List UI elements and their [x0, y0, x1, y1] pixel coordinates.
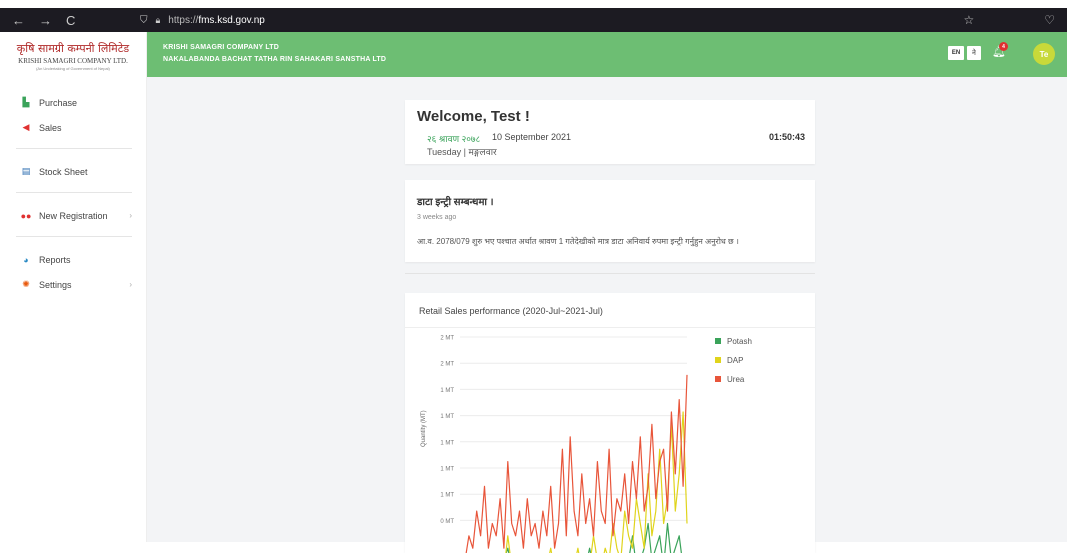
sidebar-item-stock-sheet[interactable]: ▤ Stock Sheet [0, 159, 146, 184]
browser-nav: ← → C [0, 13, 140, 28]
url-text[interactable]: https://fms.ksd.gov.np [168, 15, 265, 26]
header-cooperative-name: NAKALABANDA BACHAT TATHA RIN SAHAKARI SA… [163, 56, 386, 63]
clock-time: 01:50:43 [769, 132, 805, 142]
y-axis-label: Quantity (MT) [421, 410, 427, 447]
reload-icon[interactable]: C [66, 13, 75, 28]
lock-icon: 🔒︎ [156, 15, 161, 26]
welcome-card: Welcome, Test ! २६ श्रावण २०७८ 10 Septem… [405, 100, 815, 164]
browser-toolbar: ← → C ⛉ 🔒︎ https://fms.ksd.gov.np ☆ ♡ [0, 8, 1067, 32]
logo-name-en: KRISHI SAMAGRI COMPANY LTD. [18, 57, 128, 65]
sidebar-item-settings[interactable]: ✺ Settings › [0, 272, 146, 297]
y-tick-label: 2 MT [440, 362, 454, 368]
sidebar-item-reports[interactable]: ◕ Reports [0, 247, 146, 272]
notice-timestamp: 3 weeks ago [417, 214, 456, 221]
sidebar-item-new-registration[interactable]: ●● New Registration › [0, 203, 146, 228]
lang-np-button[interactable]: ने [967, 46, 981, 60]
sidebar-item-label: Settings [39, 280, 72, 290]
pocket-icon[interactable]: ♡ [1044, 13, 1055, 27]
sales-line-chart: 2 MT 2 MT 1 MT 1 MT 1 MT 1 MT 1 MT 0 MT Quantity… [405, 328, 815, 553]
y-tick-label: 1 MT [440, 414, 454, 420]
legend-swatch-urea [715, 376, 721, 382]
legend-label-potash: Potash [727, 337, 752, 346]
section-divider [405, 273, 815, 274]
date-nepali: २६ श्रावण २०७८ [427, 132, 480, 145]
sidebar-item-label: Purchase [39, 98, 77, 108]
sidebar-item-label: Stock Sheet [39, 167, 88, 177]
chevron-right-icon: › [129, 211, 132, 220]
back-icon[interactable]: ← [12, 13, 25, 28]
logo-name-np: कृषि सामग्री कम्पनी लिमिटेड [17, 41, 129, 56]
series-line-dap [465, 412, 687, 553]
pie-chart-icon: ◕ [20, 255, 32, 265]
notice-title[interactable]: डाटा इन्ट्री सम्बन्धमा । [417, 194, 494, 208]
top-strip [0, 0, 1067, 8]
users-icon: ●● [20, 211, 32, 221]
chart-title: Retail Sales performance (2020-Jul~2021-… [419, 306, 603, 316]
tag-icon: ◀ [20, 122, 32, 133]
notice-card: डाटा इन्ट्री सम्बन्धमा । 3 weeks ago आ.व… [405, 180, 815, 262]
clipboard-icon: ▤ [20, 166, 32, 177]
legend-label-dap: DAP [727, 356, 743, 365]
sidebar-menu: ▙ Purchase ◀ Sales ▤ Stock Sheet ●● New … [0, 90, 146, 297]
top-header: KRISHI SAMAGRI COMPANY LTD NAKALABANDA B… [147, 32, 1067, 77]
y-tick-label: 1 MT [440, 388, 454, 394]
shield-icon: ⛉ [140, 15, 148, 26]
y-tick-label: 0 MT [440, 519, 454, 525]
bookmark-star-icon[interactable]: ☆ [963, 13, 974, 27]
sales-chart-card: Retail Sales performance (2020-Jul~2021-… [405, 293, 815, 553]
sidebar-item-purchase[interactable]: ▙ Purchase [0, 90, 146, 115]
menu-divider [16, 192, 132, 193]
legend-swatch-dap [715, 357, 721, 363]
notification-badge: 4 [999, 42, 1008, 51]
menu-divider [16, 236, 132, 237]
browser-actions: ☆ ♡ [963, 13, 1067, 27]
y-tick-label: 1 MT [440, 467, 454, 473]
welcome-title: Welcome, Test ! [417, 108, 530, 125]
gear-icon: ✺ [20, 279, 32, 290]
legend-swatch-potash [715, 338, 721, 344]
forward-icon[interactable]: → [39, 13, 52, 28]
sidebar-item-label: New Registration [39, 211, 108, 221]
notice-message: आ.व. 2078/079 शुरु भए पश्चात अर्थात श्रा… [417, 236, 739, 247]
main-content: Welcome, Test ! २६ श्रावण २०७८ 10 Septem… [147, 77, 1067, 542]
y-tick-label: 1 MT [440, 440, 454, 446]
date-english: 10 September 2021 [492, 132, 571, 142]
chevron-right-icon: › [129, 280, 132, 289]
sidebar-item-sales[interactable]: ◀ Sales [0, 115, 146, 140]
y-tick-label: 2 MT [440, 336, 454, 342]
bar-chart-icon: ▙ [20, 97, 32, 108]
day-of-week: Tuesday | मङ्गलवार [427, 145, 497, 158]
sidebar: कृषि सामग्री कम्पनी लिमिटेड KRISHI SAMAG… [0, 32, 147, 542]
sidebar-item-label: Sales [39, 123, 62, 133]
url-bar[interactable]: ⛉ 🔒︎ https://fms.ksd.gov.np [140, 15, 963, 26]
lang-en-button[interactable]: EN [948, 46, 964, 60]
menu-divider [16, 148, 132, 149]
header-company-name: KRISHI SAMAGRI COMPANY LTD [163, 44, 279, 51]
sidebar-item-label: Reports [39, 255, 71, 265]
logo-tagline: (An Undertaking of Government of Nepal) [36, 66, 110, 71]
user-avatar[interactable]: Te [1033, 43, 1055, 65]
legend-label-urea: Urea [727, 375, 745, 384]
y-tick-label: 1 MT [440, 493, 454, 499]
company-logo[interactable]: कृषि सामग्री कम्पनी लिमिटेड KRISHI SAMAG… [0, 32, 146, 76]
